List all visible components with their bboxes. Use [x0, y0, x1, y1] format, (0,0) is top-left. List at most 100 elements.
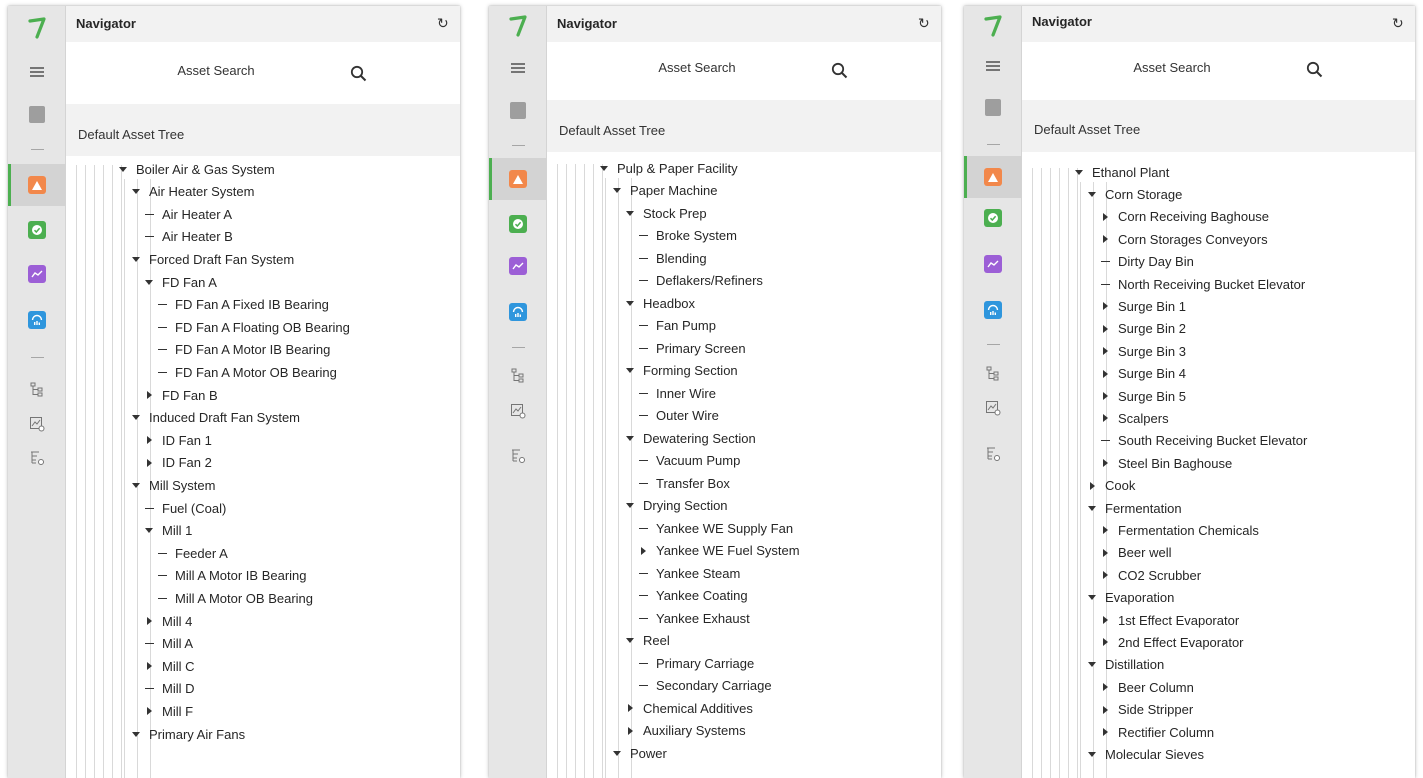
- tree-node[interactable]: Vacuum Pump: [639, 451, 740, 471]
- caret-down-icon[interactable]: [132, 415, 145, 421]
- tree-node[interactable]: Surge Bin 5: [1101, 386, 1186, 406]
- chart-settings-icon[interactable]: [964, 396, 1022, 420]
- caret-down-icon[interactable]: [145, 528, 158, 534]
- refresh-icon[interactable]: ↻: [437, 16, 450, 30]
- hierarchy-icon[interactable]: [489, 364, 547, 386]
- caret-right-icon[interactable]: [1101, 728, 1114, 736]
- tree-node[interactable]: Molecular Sieves: [1088, 744, 1204, 764]
- hamburger-icon[interactable]: [964, 56, 1022, 76]
- caret-down-icon[interactable]: [1088, 505, 1101, 511]
- tree-node[interactable]: Primary Carriage: [639, 653, 754, 673]
- tree-node[interactable]: Pulp & Paper Facility: [600, 158, 738, 178]
- tree-node[interactable]: ID Fan 1: [145, 430, 212, 450]
- tree-node[interactable]: FD Fan A Fixed IB Bearing: [158, 295, 329, 315]
- caret-down-icon[interactable]: [613, 750, 626, 756]
- caret-down-icon[interactable]: [626, 435, 639, 441]
- tree-node[interactable]: Inner Wire: [639, 383, 716, 403]
- tree-node[interactable]: Beer well: [1101, 543, 1171, 563]
- search-icon[interactable]: [1306, 61, 1323, 78]
- asset-search-bar[interactable]: Asset Search: [66, 42, 460, 104]
- tree-node[interactable]: Yankee Exhaust: [639, 608, 750, 628]
- caret-down-icon[interactable]: [600, 165, 613, 171]
- tree-node[interactable]: Forced Draft Fan System: [132, 249, 294, 269]
- caret-down-icon[interactable]: [626, 300, 639, 306]
- caret-right-icon[interactable]: [145, 391, 158, 399]
- tree-node[interactable]: Secondary Carriage: [639, 676, 772, 696]
- tree-node[interactable]: Surge Bin 4: [1101, 364, 1186, 384]
- caret-down-icon[interactable]: [1088, 662, 1101, 668]
- asset-search-bar[interactable]: Asset Search: [1022, 42, 1415, 104]
- tree-node[interactable]: Mill 4: [145, 611, 192, 631]
- tree-node[interactable]: Yankee Steam: [639, 563, 740, 583]
- caret-right-icon[interactable]: [1101, 616, 1114, 624]
- caret-down-icon[interactable]: [626, 638, 639, 643]
- tree-node[interactable]: Mill A Motor OB Bearing: [158, 588, 313, 608]
- tree-node[interactable]: Headbox: [626, 293, 695, 313]
- caret-right-icon[interactable]: [626, 704, 639, 712]
- tree-node[interactable]: South Receiving Bucket Elevator: [1101, 431, 1307, 451]
- tree-node[interactable]: Fermentation Chemicals: [1101, 520, 1259, 540]
- asset-tree-icon[interactable]: [489, 99, 547, 121]
- logo-icon[interactable]: [8, 14, 66, 42]
- tree-node[interactable]: Auxiliary Systems: [626, 721, 746, 741]
- tree-node[interactable]: Distillation: [1088, 655, 1164, 675]
- tree-node[interactable]: Paper Machine: [613, 181, 717, 201]
- tree-node[interactable]: ID Fan 2: [145, 453, 212, 473]
- tree-node[interactable]: Mill System: [132, 475, 215, 495]
- tree-node[interactable]: Yankee WE Fuel System: [639, 541, 800, 561]
- tree-node[interactable]: Dewatering Section: [626, 428, 756, 448]
- caret-right-icon[interactable]: [145, 662, 158, 671]
- caret-right-icon[interactable]: [1101, 212, 1114, 221]
- tree-node[interactable]: Blending: [639, 248, 707, 268]
- hierarchy-icon[interactable]: [8, 378, 66, 400]
- search-icon[interactable]: [831, 62, 848, 79]
- trend-icon[interactable]: [8, 262, 66, 286]
- logo-icon[interactable]: [964, 12, 1022, 40]
- caret-right-icon[interactable]: [145, 707, 158, 716]
- tree-node[interactable]: Feeder A: [158, 543, 228, 563]
- caret-right-icon[interactable]: [1101, 324, 1114, 333]
- tree-node[interactable]: Stock Prep: [626, 203, 707, 223]
- tree-node[interactable]: Broke System: [639, 226, 737, 246]
- caret-right-icon[interactable]: [1101, 369, 1114, 378]
- caret-right-icon[interactable]: [1101, 302, 1114, 311]
- alert-icon[interactable]: [8, 164, 66, 206]
- caret-right-icon[interactable]: [1101, 459, 1114, 468]
- chart-settings-icon[interactable]: [489, 399, 547, 423]
- refresh-icon[interactable]: ↻: [1392, 16, 1405, 30]
- tree-node[interactable]: Induced Draft Fan System: [132, 408, 300, 428]
- tree-node[interactable]: Ethanol Plant: [1075, 162, 1169, 182]
- search-icon[interactable]: [350, 65, 367, 82]
- asset-search-bar[interactable]: Asset Search: [547, 42, 941, 104]
- asset-tree-icon[interactable]: [8, 103, 66, 125]
- caret-down-icon[interactable]: [1088, 751, 1101, 757]
- caret-right-icon[interactable]: [145, 458, 158, 467]
- tree-node[interactable]: Primary Screen: [639, 338, 746, 358]
- logo-icon[interactable]: [489, 12, 547, 40]
- tree-node[interactable]: Air Heater System: [132, 182, 254, 202]
- tree-node[interactable]: FD Fan A: [145, 272, 217, 292]
- tree-node[interactable]: Mill A Motor IB Bearing: [158, 566, 307, 586]
- tree-node[interactable]: FD Fan A Motor OB Bearing: [158, 362, 337, 382]
- caret-down-icon[interactable]: [132, 482, 145, 488]
- caret-down-icon[interactable]: [626, 503, 639, 508]
- tree-node[interactable]: Deflakers/Refiners: [639, 271, 763, 291]
- caret-down-icon[interactable]: [626, 210, 639, 216]
- tree-settings-icon[interactable]: [489, 444, 547, 468]
- asset-tree-icon[interactable]: [964, 96, 1022, 118]
- chart-settings-icon[interactable]: [8, 412, 66, 436]
- tree-node[interactable]: Fermentation: [1088, 498, 1182, 518]
- tree-node[interactable]: FD Fan A Motor IB Bearing: [158, 340, 330, 360]
- caret-right-icon[interactable]: [145, 436, 158, 445]
- tree-node[interactable]: Rectifier Column: [1101, 722, 1214, 742]
- tree-node[interactable]: Air Heater A: [145, 204, 232, 224]
- dashboard-gauge-icon[interactable]: [964, 298, 1022, 322]
- caret-down-icon[interactable]: [1088, 191, 1101, 197]
- caret-right-icon[interactable]: [1101, 414, 1114, 423]
- dashboard-gauge-icon[interactable]: [8, 308, 66, 332]
- caret-right-icon[interactable]: [1101, 638, 1114, 647]
- tree-node[interactable]: Side Stripper: [1101, 700, 1193, 720]
- caret-right-icon[interactable]: [1101, 571, 1114, 580]
- tree-node[interactable]: North Receiving Bucket Elevator: [1101, 274, 1305, 294]
- tree-node[interactable]: Surge Bin 1: [1101, 296, 1186, 316]
